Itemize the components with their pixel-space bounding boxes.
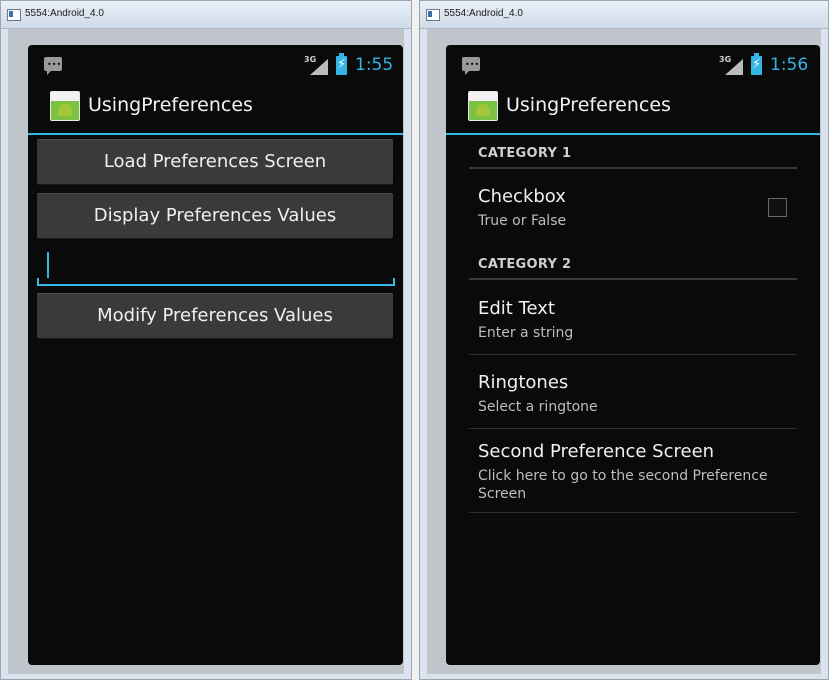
- pref-edit-text-item[interactable]: Edit Text Enter a string: [469, 298, 797, 355]
- pref-summary: Enter a string: [478, 325, 574, 341]
- text-cursor: [47, 252, 49, 278]
- battery-charging-icon: ⚡: [336, 53, 347, 75]
- pref-title: Checkbox: [478, 186, 566, 207]
- window-title: 5554:Android_4.0: [444, 8, 523, 19]
- pref-checkbox-item[interactable]: Checkbox True or False: [469, 186, 797, 248]
- app-title: UsingPreferences: [506, 94, 671, 116]
- status-bar: ••• 3G ⚡ 1:56: [446, 45, 820, 83]
- app-title: UsingPreferences: [88, 94, 253, 116]
- window-titlebar[interactable]: 5554:Android_4.0: [1, 1, 411, 29]
- pref-title: Edit Text: [478, 298, 555, 319]
- preference-edit-field[interactable]: [37, 246, 395, 286]
- list-divider: [469, 354, 797, 355]
- window-icon: [426, 9, 440, 21]
- pref-title: Second Preference Screen: [478, 441, 715, 462]
- checkbox-icon[interactable]: [768, 198, 787, 217]
- preference-category-header: CATEGORY 1: [469, 145, 797, 169]
- list-divider: [469, 428, 797, 429]
- action-bar: UsingPreferences: [28, 85, 403, 135]
- status-bar: ••• 3G ⚡ 1:55: [28, 45, 403, 83]
- pref-summary: True or False: [478, 213, 567, 229]
- modify-preferences-button[interactable]: Modify Preferences Values: [37, 293, 393, 338]
- signal-icon: 3G: [304, 55, 328, 75]
- battery-charging-icon: ⚡: [751, 53, 762, 75]
- emulator-window-right: 5554:Android_4.0 ••• 3G ⚡ 1:56 UsingPref…: [419, 0, 829, 680]
- category-label: CATEGORY 1: [478, 146, 572, 161]
- emulator-window-left: 5554:Android_4.0 ••• 3G ⚡ 1:55 UsingPref…: [0, 0, 412, 680]
- preference-category-header: CATEGORY 2: [469, 256, 797, 280]
- load-preferences-button[interactable]: Load Preferences Screen: [37, 139, 393, 184]
- app-icon[interactable]: [468, 91, 498, 121]
- list-divider: [469, 512, 797, 513]
- status-clock: 1:55: [355, 55, 394, 75]
- notification-icon: •••: [462, 57, 480, 75]
- pref-second-screen-item[interactable]: Second Preference Screen Click here to g…: [469, 441, 797, 513]
- pref-title: Ringtones: [478, 372, 569, 393]
- window-titlebar[interactable]: 5554:Android_4.0: [420, 1, 828, 29]
- action-bar: UsingPreferences: [446, 85, 820, 135]
- status-clock: 1:56: [770, 55, 809, 75]
- notification-icon: •••: [44, 57, 62, 75]
- pref-summary: Click here to go to the second Preferenc…: [478, 468, 768, 502]
- display-preferences-button[interactable]: Display Preferences Values: [37, 193, 393, 238]
- signal-icon: 3G: [719, 55, 743, 75]
- window-title: 5554:Android_4.0: [25, 8, 104, 19]
- pref-summary: Select a ringtone: [478, 399, 598, 415]
- app-icon[interactable]: [50, 91, 80, 121]
- device-screen: ••• 3G ⚡ 1:56 UsingPreferences CATEGORY …: [446, 45, 820, 665]
- pref-ringtones-item[interactable]: Ringtones Select a ringtone: [469, 372, 797, 429]
- device-screen: ••• 3G ⚡ 1:55 UsingPreferences Load Pref…: [28, 45, 403, 665]
- window-icon: [7, 9, 21, 21]
- category-label: CATEGORY 2: [478, 257, 572, 272]
